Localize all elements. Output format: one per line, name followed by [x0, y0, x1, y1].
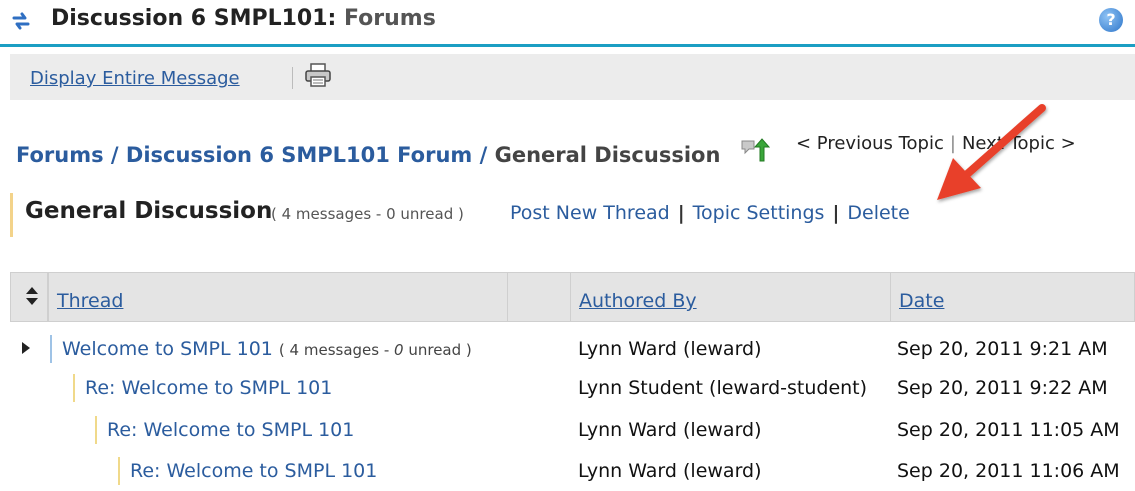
- thread-link[interactable]: Welcome to SMPL 101: [62, 338, 273, 360]
- thread-indent-bar: [50, 335, 52, 363]
- sync-arrows-icon[interactable]: [10, 10, 32, 32]
- breadcrumb-current: General Discussion: [494, 143, 721, 167]
- authored-by-column-header[interactable]: Authored By: [570, 272, 891, 322]
- count-prefix: ( 4 messages -: [278, 341, 395, 359]
- action-separator: |: [677, 202, 685, 224]
- table-row: Re: Welcome to SMPL 101 Lynn Ward (lewar…: [0, 410, 1135, 450]
- author-cell: Lynn Ward (leward): [578, 338, 762, 360]
- unread-count: 0: [394, 341, 404, 359]
- author-cell: Lynn Student (leward-student): [578, 377, 868, 399]
- table-row: Welcome to SMPL 101 ( 4 messages - 0 unr…: [0, 329, 1135, 369]
- thread-title-row: Welcome to SMPL 101 ( 4 messages - 0 unr…: [62, 338, 472, 360]
- page-title: Discussion 6 SMPL101: Forums: [51, 6, 436, 31]
- annotation-arrow-icon: [937, 104, 1046, 200]
- expand-triangle-icon[interactable]: [22, 342, 30, 354]
- breadcrumb-separator: /: [110, 143, 119, 167]
- topic-message-count: ( 4 messages - 0 unread ): [271, 205, 464, 223]
- topic-title: General Discussion: [25, 198, 273, 224]
- breadcrumb-forum-link[interactable]: Discussion 6 SMPL101 Forum: [126, 143, 472, 167]
- toolbar: Display Entire Message: [10, 54, 1135, 100]
- table-row: Re: Welcome to SMPL 101 Lynn Student (le…: [0, 368, 1135, 408]
- breadcrumb-forums-link[interactable]: Forums: [16, 143, 104, 167]
- author-cell: Lynn Ward (leward): [578, 460, 762, 482]
- title-bar: Discussion 6 SMPL101: Forums ?: [0, 0, 1135, 47]
- breadcrumb: Forums / Discussion 6 SMPL101 Forum / Ge…: [16, 143, 720, 167]
- date-column-header[interactable]: Date: [890, 272, 1135, 322]
- help-icon[interactable]: ?: [1099, 8, 1123, 32]
- date-cell: Sep 20, 2011 9:22 AM: [897, 377, 1108, 399]
- previous-topic-link[interactable]: < Previous Topic: [796, 133, 944, 154]
- blank-column-header: [507, 272, 571, 322]
- sort-icon[interactable]: [25, 286, 39, 306]
- reply-link[interactable]: Re: Welcome to SMPL 101: [107, 419, 354, 441]
- date-cell: Sep 20, 2011 11:05 AM: [897, 419, 1120, 441]
- thread-indent-bar: [118, 457, 120, 485]
- date-cell: Sep 20, 2011 11:06 AM: [897, 460, 1120, 482]
- author-cell: Lynn Ward (leward): [578, 419, 762, 441]
- sort-column-header[interactable]: [10, 272, 48, 322]
- up-level-icon[interactable]: [740, 137, 770, 163]
- count-suffix: unread ): [403, 341, 472, 359]
- reply-link[interactable]: Re: Welcome to SMPL 101: [85, 377, 332, 399]
- page-title-prefix: Discussion 6 SMPL101:: [51, 6, 337, 31]
- breadcrumb-separator: /: [479, 143, 488, 167]
- table-row: Re: Welcome to SMPL 101 Lynn Ward (lewar…: [0, 451, 1135, 491]
- thread-header-label[interactable]: Thread: [57, 290, 123, 312]
- date-cell: Sep 20, 2011 9:21 AM: [897, 338, 1108, 360]
- date-header-label[interactable]: Date: [899, 290, 944, 312]
- page-title-suffix: Forums: [344, 6, 436, 31]
- action-separator: |: [832, 202, 840, 224]
- post-new-thread-link[interactable]: Post New Thread: [510, 202, 670, 224]
- printer-icon[interactable]: [303, 62, 333, 88]
- topic-actions: Post New Thread | Topic Settings | Delete: [510, 202, 910, 224]
- toolbar-divider: [292, 67, 293, 89]
- thread-message-count: ( 4 messages - 0 unread ): [279, 341, 472, 359]
- thread-column-header[interactable]: Thread: [48, 272, 508, 322]
- reply-link[interactable]: Re: Welcome to SMPL 101: [130, 460, 377, 482]
- topic-settings-link[interactable]: Topic Settings: [693, 202, 825, 224]
- delete-link[interactable]: Delete: [847, 202, 909, 224]
- thread-indent-bar: [73, 374, 75, 402]
- thread-indent-bar: [95, 416, 97, 444]
- authored-by-header-label[interactable]: Authored By: [579, 290, 697, 312]
- display-entire-message-link[interactable]: Display Entire Message: [30, 68, 240, 89]
